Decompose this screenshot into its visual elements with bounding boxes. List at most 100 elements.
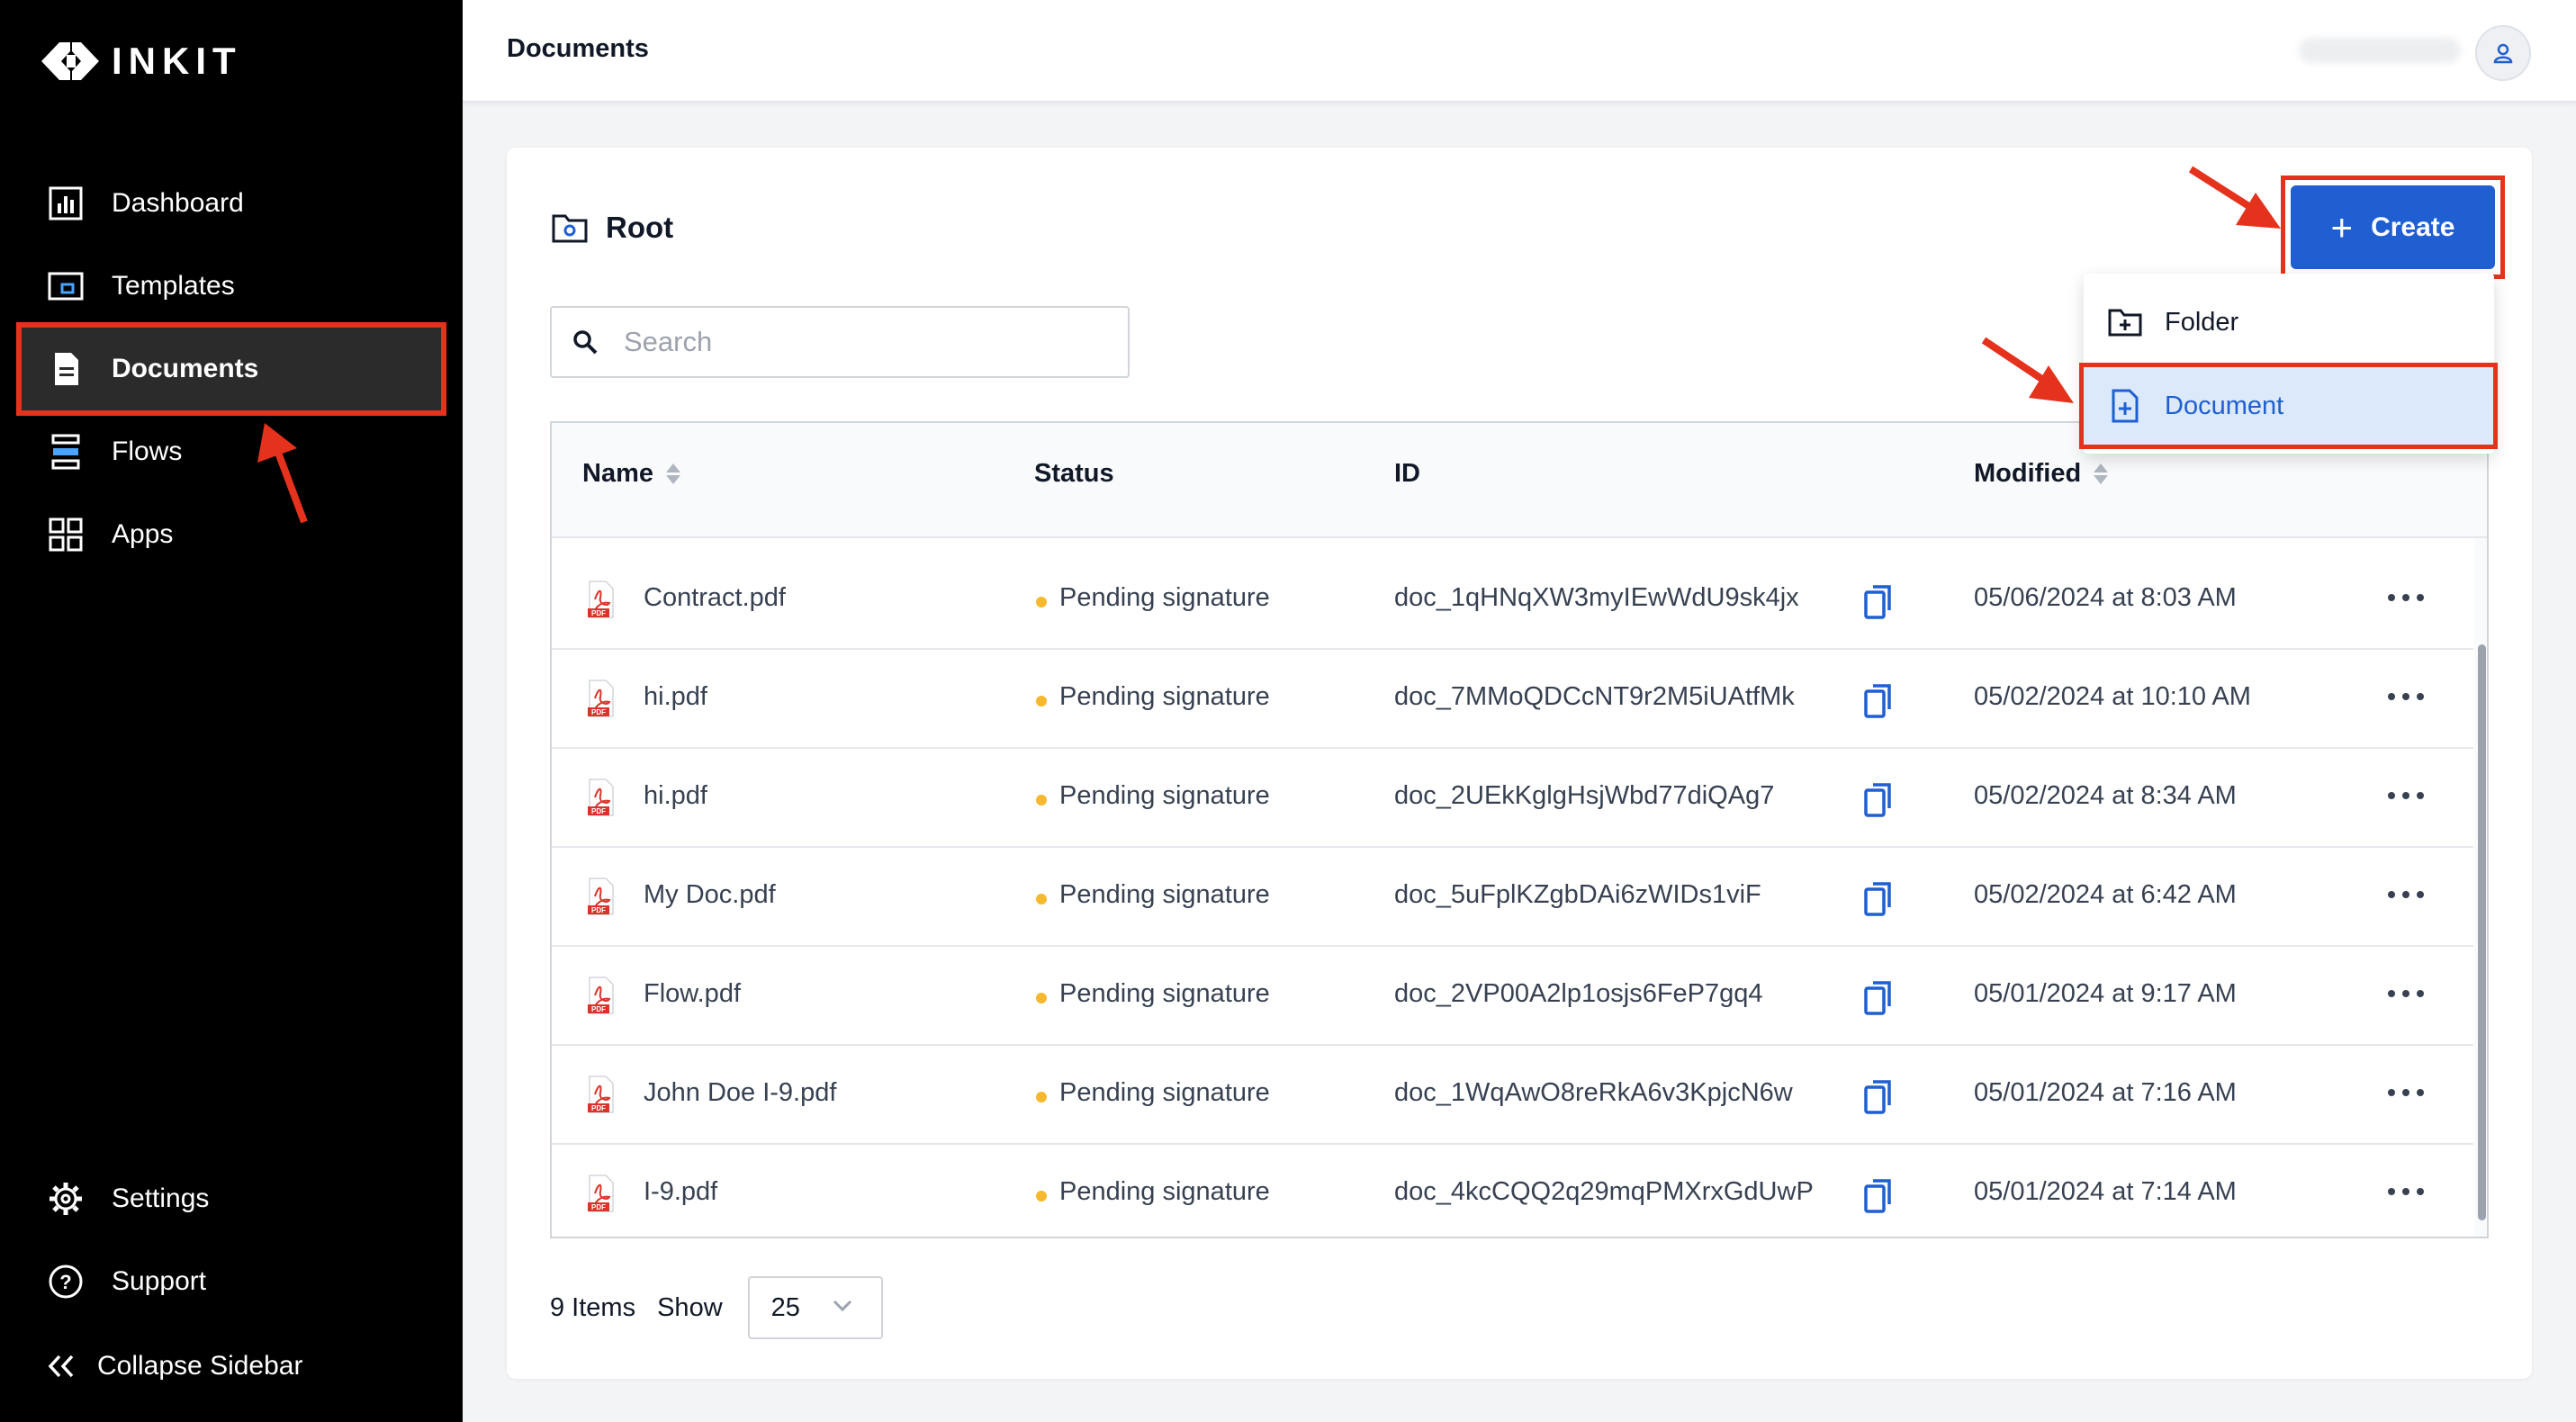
document-name[interactable]: Flow.pdf: [644, 979, 741, 1009]
sidebar: INKIT Dashboard Templates Documents Flow…: [0, 0, 463, 1422]
document-name[interactable]: hi.pdf: [644, 682, 707, 712]
items-count: 9 Items: [550, 1292, 636, 1322]
create-menu-item-document[interactable]: Document: [2079, 363, 2498, 449]
sidebar-item-templates[interactable]: Templates: [22, 245, 441, 328]
status-dot: [1036, 1191, 1047, 1202]
modified-date: 05/01/2024 at 7:14 AM: [1974, 1177, 2237, 1206]
sidebar-item-apps[interactable]: Apps: [22, 493, 441, 576]
pdf-file-icon: PDF: [588, 1076, 614, 1113]
create-button-label: Create: [2371, 212, 2455, 242]
avatar[interactable]: [2475, 25, 2531, 81]
document-name[interactable]: I-9.pdf: [644, 1177, 717, 1207]
more-options-icon[interactable]: [2388, 785, 2424, 806]
svg-text:PDF: PDF: [591, 708, 606, 716]
sidebar-item-settings[interactable]: Settings: [22, 1163, 441, 1235]
status-dot: [1036, 597, 1047, 608]
svg-text:PDF: PDF: [591, 906, 606, 914]
more-options-icon[interactable]: [2388, 884, 2424, 905]
document-name[interactable]: John Doe I-9.pdf: [644, 1078, 836, 1108]
copy-icon[interactable]: [1862, 1078, 1895, 1114]
status-text: Pending signature: [1059, 781, 1270, 810]
sort-icon: [666, 464, 680, 484]
more-options-icon[interactable]: [2388, 983, 2424, 1004]
more-options-icon[interactable]: [2388, 686, 2424, 707]
document-name[interactable]: hi.pdf: [644, 781, 707, 811]
pdf-file-icon: PDF: [588, 1174, 614, 1212]
plus-icon: +: [2330, 205, 2354, 248]
copy-icon[interactable]: [1862, 880, 1895, 916]
table-row[interactable]: PDF I-9.pdf Pending signature doc_4kcCQQ2q2…: [552, 1145, 2473, 1237]
folder-title: Root: [606, 211, 674, 244]
create-button[interactable]: + Create: [2291, 185, 2495, 269]
status-text: Pending signature: [1059, 583, 1270, 612]
status-text: Pending signature: [1059, 1177, 1270, 1206]
table-footer: 9 Items Show 25: [550, 1276, 883, 1339]
collapse-sidebar-button[interactable]: Collapse Sidebar: [22, 1330, 441, 1402]
column-header-modified[interactable]: Modified: [1974, 459, 2109, 489]
double-chevron-left-icon: [45, 1347, 77, 1385]
sort-icon: [2094, 464, 2109, 484]
sidebar-item-dashboard[interactable]: Dashboard: [22, 162, 441, 245]
search-input[interactable]: [624, 326, 1092, 358]
table-row[interactable]: PDF Contract.pdf Pending signature doc_1qHN…: [552, 551, 2473, 650]
document-id: doc_1qHNqXW3myIEwWdU9sk4jx: [1394, 583, 1799, 612]
page-size-value: 25: [770, 1292, 800, 1322]
more-options-icon[interactable]: [2388, 1181, 2424, 1202]
pdf-file-icon: PDF: [588, 778, 614, 816]
copy-icon[interactable]: [1862, 1177, 1895, 1213]
document-name[interactable]: Contract.pdf: [644, 583, 786, 613]
modified-date: 05/02/2024 at 10:10 AM: [1974, 682, 2251, 711]
gear-icon: [47, 1180, 85, 1218]
copy-icon[interactable]: [1862, 979, 1895, 1015]
documents-table: Name Status ID Modified PDF Contract.pdf P…: [550, 421, 2489, 1238]
top-header: Documents: [463, 0, 2576, 103]
modified-date: 05/02/2024 at 6:42 AM: [1974, 880, 2237, 909]
column-header-name[interactable]: Name: [582, 459, 680, 489]
copy-icon[interactable]: [1862, 583, 1895, 619]
table-row[interactable]: PDF Flow.pdf Pending signature doc_2VP00A2l…: [552, 947, 2473, 1046]
create-button-highlight: + Create: [2281, 176, 2505, 279]
search-icon: [573, 330, 598, 355]
search-field[interactable]: [550, 306, 1130, 378]
sidebar-item-label: Flows: [112, 436, 183, 466]
copy-icon[interactable]: [1862, 781, 1895, 817]
user-name: [2299, 38, 2461, 63]
document-id: doc_1WqAwO8reRkA6v3KpjcN6w: [1394, 1078, 1793, 1107]
pdf-file-icon: PDF: [588, 680, 614, 717]
more-options-icon[interactable]: [2388, 587, 2424, 608]
table-row[interactable]: PDF My Doc.pdf Pending signature doc_5uFplK…: [552, 848, 2473, 947]
templates-icon: [47, 267, 85, 305]
status-dot: [1036, 894, 1047, 904]
apps-icon: [47, 516, 85, 554]
document-id: doc_7MMoQDCcNT9r2M5iUAtfMk: [1394, 682, 1795, 711]
page-size-select[interactable]: 25: [747, 1276, 883, 1339]
create-menu-item-folder[interactable]: Folder: [2084, 283, 2494, 362]
inkit-logo[interactable]: INKIT: [41, 36, 242, 86]
document-id: doc_2VP00A2lp1osjs6FeP7gq4: [1394, 979, 1763, 1008]
document-name[interactable]: My Doc.pdf: [644, 880, 776, 910]
sidebar-item-flows[interactable]: Flows: [22, 410, 441, 493]
scrollbar[interactable]: [2474, 538, 2487, 1237]
show-label: Show: [657, 1292, 723, 1322]
help-icon: ?: [47, 1263, 85, 1300]
table-row[interactable]: PDF John Doe I-9.pdf Pending signature doc_…: [552, 1046, 2473, 1145]
document-id: doc_5uFplKZgbDAi6zWIDs1viF: [1394, 880, 1761, 909]
sidebar-item-label: Apps: [112, 519, 174, 549]
svg-text:PDF: PDF: [591, 1104, 606, 1112]
brand-name: INKIT: [112, 40, 242, 82]
sidebar-item-support[interactable]: ? Support: [22, 1246, 441, 1318]
table-row[interactable]: PDF hi.pdf Pending signature doc_7MMoQDCcNT…: [552, 650, 2473, 749]
sidebar-item-documents[interactable]: Documents: [16, 322, 446, 416]
scrollbar-thumb[interactable]: [2478, 644, 2486, 1220]
menu-item-label: Folder: [2165, 307, 2239, 337]
sidebar-item-label: Support: [112, 1266, 207, 1296]
more-options-icon[interactable]: [2388, 1082, 2424, 1103]
sidebar-item-label: Documents: [112, 354, 259, 383]
folder-plus-icon: [2107, 304, 2143, 340]
table-row[interactable]: PDF hi.pdf Pending signature doc_2UEkKglgHs…: [552, 749, 2473, 848]
status-text: Pending signature: [1059, 979, 1270, 1008]
pdf-file-icon: PDF: [588, 878, 614, 915]
copy-icon[interactable]: [1862, 682, 1895, 718]
document-id: doc_2UEkKglgHsjWbd77diQAg7: [1394, 781, 1775, 810]
modified-date: 05/01/2024 at 7:16 AM: [1974, 1078, 2237, 1107]
